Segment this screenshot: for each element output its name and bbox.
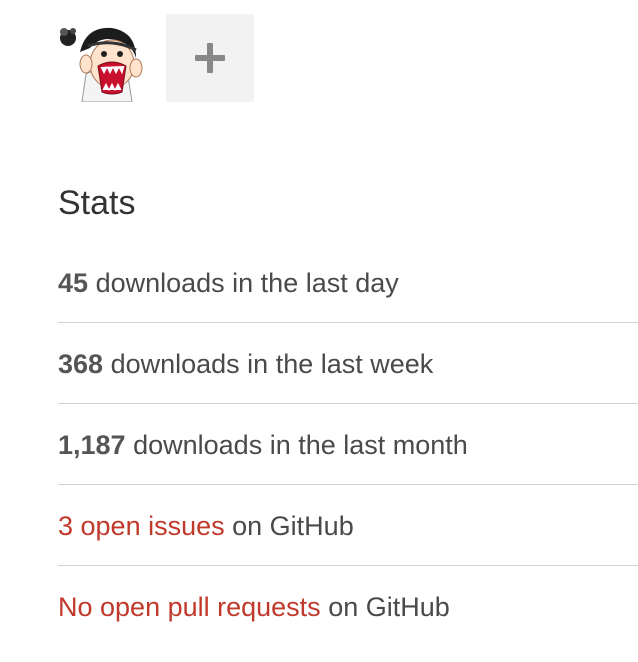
open-issues-link[interactable]: 3 open issues [58,511,225,541]
stat-pull-requests: No open pull requests on GitHub [58,566,638,647]
avatar[interactable] [56,14,144,102]
download-label: downloads in the last day [95,268,399,298]
add-collaborator-button[interactable] [166,14,254,102]
stat-downloads-month: 1,187 downloads in the last month [58,404,638,485]
stats-list: 45 downloads in the last day 368 downloa… [58,242,638,647]
pull-requests-link[interactable]: No open pull requests [58,592,321,622]
collaborator-avatars [56,14,254,102]
stat-downloads-week: 368 downloads in the last week [58,323,638,404]
stats-heading: Stats [58,184,136,222]
download-count: 45 [58,268,89,298]
plus-icon [195,43,225,73]
stat-downloads-day: 45 downloads in the last day [58,242,638,323]
download-count: 368 [58,349,104,379]
download-count: 1,187 [58,430,126,460]
github-suffix: on GitHub [232,511,354,541]
download-label: downloads in the last month [133,430,468,460]
github-suffix: on GitHub [328,592,450,622]
download-label: downloads in the last week [110,349,434,379]
stat-open-issues: 3 open issues on GitHub [58,485,638,566]
